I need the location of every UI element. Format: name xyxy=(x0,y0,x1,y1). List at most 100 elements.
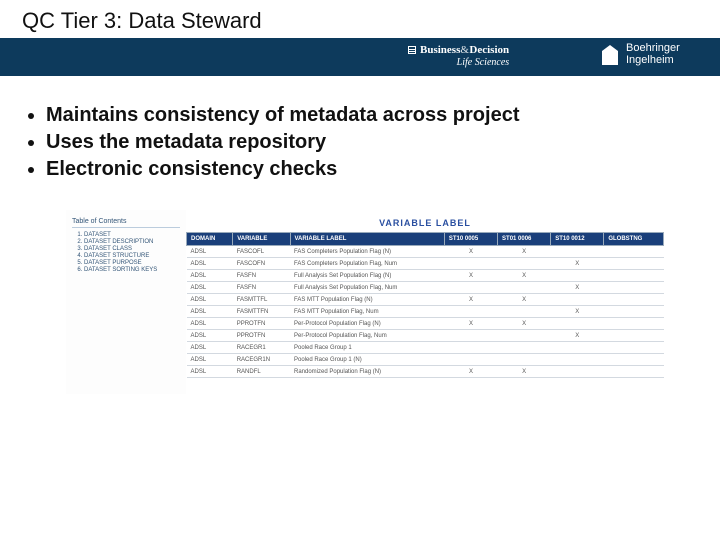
cell: Pooled Race Group 1 (N) xyxy=(290,354,444,366)
cell: ADSL xyxy=(187,294,233,306)
cell: X xyxy=(444,270,497,282)
cell: Full Analysis Set Population Flag (N) xyxy=(290,270,444,282)
cell: ADSL xyxy=(187,366,233,378)
logo-boehringer: Boehringer Ingelheim xyxy=(600,42,680,66)
variable-table: DOMAINVARIABLEVARIABLE LABELST10 0005ST0… xyxy=(186,232,664,378)
cell: ADSL xyxy=(187,330,233,342)
table-row: ADSLRACEGR1NPooled Race Group 1 (N) xyxy=(187,354,664,366)
cell: FASCOFN xyxy=(233,258,290,270)
cell: ADSL xyxy=(187,258,233,270)
cell xyxy=(498,330,551,342)
cell: Pooled Race Group 1 xyxy=(290,342,444,354)
cell xyxy=(551,246,604,258)
table-row: ADSLFASCOFLFAS Completers Population Fla… xyxy=(187,246,664,258)
cell: ADSL xyxy=(187,282,233,294)
cell xyxy=(444,342,497,354)
toc-item: DATASET STRUCTURE xyxy=(84,253,180,259)
table-row: ADSLFASFNFull Analysis Set Population Fl… xyxy=(187,282,664,294)
table-title: VARIABLE LABEL xyxy=(186,210,664,232)
logo-business-decision: Business&Decision Life Sciences xyxy=(408,44,509,68)
embedded-screenshot: Table of Contents DATASET DATASET DESCRI… xyxy=(66,210,664,394)
logo2-line1: Boehringer xyxy=(626,42,680,54)
cell xyxy=(551,366,604,378)
cell xyxy=(604,342,664,354)
column-header: VARIABLE LABEL xyxy=(290,233,444,246)
cell xyxy=(604,306,664,318)
table-row: ADSLPPROTFNPer-Protocol Population Flag,… xyxy=(187,330,664,342)
table-row: ADSLFASCOFNFAS Completers Population Fla… xyxy=(187,258,664,270)
cell xyxy=(444,258,497,270)
cell xyxy=(444,282,497,294)
cell xyxy=(498,258,551,270)
cell: ADSL xyxy=(187,342,233,354)
cell xyxy=(604,366,664,378)
cell xyxy=(604,354,664,366)
cell: X xyxy=(498,318,551,330)
cell xyxy=(604,258,664,270)
cell: X xyxy=(444,246,497,258)
cell: ADSL xyxy=(187,318,233,330)
table-row: ADSLPPROTFNPer-Protocol Population Flag … xyxy=(187,318,664,330)
cell: FAS MTT Population Flag, Num xyxy=(290,306,444,318)
table-row: ADSLFASMTTFNFAS MTT Population Flag, Num… xyxy=(187,306,664,318)
cell xyxy=(604,270,664,282)
bullet-item: Electronic consistency checks xyxy=(46,158,520,181)
cell: X xyxy=(551,330,604,342)
cell: FAS MTT Population Flag (N) xyxy=(290,294,444,306)
table-row: ADSLRACEGR1Pooled Race Group 1 xyxy=(187,342,664,354)
logo2-line2: Ingelheim xyxy=(626,54,680,66)
cell xyxy=(604,330,664,342)
column-header: ST10 0012 xyxy=(551,233,604,246)
cell xyxy=(444,306,497,318)
cell: X xyxy=(551,258,604,270)
building-icon xyxy=(600,43,620,65)
cell: Full Analysis Set Population Flag, Num xyxy=(290,282,444,294)
column-header: GLOBSTNG xyxy=(604,233,664,246)
cell: FAS Completers Population Flag (N) xyxy=(290,246,444,258)
cell xyxy=(604,318,664,330)
cell xyxy=(498,342,551,354)
cell: Randomized Population Flag (N) xyxy=(290,366,444,378)
cell xyxy=(551,294,604,306)
cell: RACEGR1 xyxy=(233,342,290,354)
bullet-list: Maintains consistency of metadata across… xyxy=(26,104,520,185)
cell: PPROTFN xyxy=(233,318,290,330)
table-row: ADSLFASMTTFLFAS MTT Population Flag (N)X… xyxy=(187,294,664,306)
toc-item: DATASET SORTING KEYS xyxy=(84,267,180,273)
bullet-item: Uses the metadata repository xyxy=(46,131,520,154)
cell: X xyxy=(498,294,551,306)
cell: Per-Protocol Population Flag (N) xyxy=(290,318,444,330)
cell: RANDFL xyxy=(233,366,290,378)
bullet-item: Maintains consistency of metadata across… xyxy=(46,104,520,127)
cell: FASMTTFL xyxy=(233,294,290,306)
cell xyxy=(604,282,664,294)
cell: X xyxy=(444,294,497,306)
cell: X xyxy=(498,246,551,258)
cell xyxy=(604,294,664,306)
cell: ADSL xyxy=(187,246,233,258)
cell: ADSL xyxy=(187,306,233,318)
cell: X xyxy=(444,366,497,378)
cell xyxy=(551,342,604,354)
cell xyxy=(498,282,551,294)
table-row: ADSLFASFNFull Analysis Set Population Fl… xyxy=(187,270,664,282)
table-panel: VARIABLE LABEL DOMAINVARIABLEVARIABLE LA… xyxy=(186,210,664,394)
toc-item: DATASET xyxy=(84,232,180,238)
cell: Per-Protocol Population Flag, Num xyxy=(290,330,444,342)
cell: X xyxy=(551,282,604,294)
toc-panel: Table of Contents DATASET DATASET DESCRI… xyxy=(66,210,186,394)
toc-item: DATASET CLASS xyxy=(84,246,180,252)
cell xyxy=(551,270,604,282)
cell xyxy=(551,318,604,330)
cell: FASMTTFN xyxy=(233,306,290,318)
cell: ADSL xyxy=(187,270,233,282)
cell: FAS Completers Population Flag, Num xyxy=(290,258,444,270)
toc-item: DATASET PURPOSE xyxy=(84,260,180,266)
cell xyxy=(551,354,604,366)
cell xyxy=(444,330,497,342)
cell xyxy=(498,306,551,318)
cell: X xyxy=(444,318,497,330)
toc-title: Table of Contents xyxy=(72,218,180,228)
cell: FASFN xyxy=(233,282,290,294)
table-row: ADSLRANDFLRandomized Population Flag (N)… xyxy=(187,366,664,378)
